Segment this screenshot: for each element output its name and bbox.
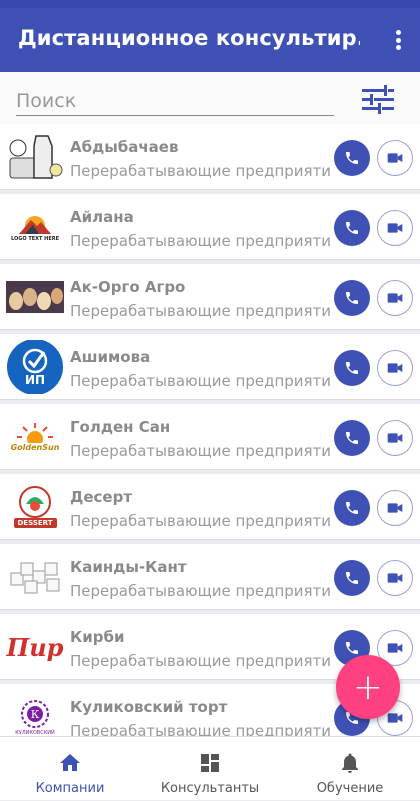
dessert-logo-icon: DESSERT	[6, 480, 64, 534]
list-item[interactable]: DESSERT Десерт Перерабатывающие предприя…	[0, 474, 420, 540]
tune-icon[interactable]	[360, 84, 396, 114]
home-icon	[60, 754, 80, 771]
call-button[interactable]	[334, 280, 370, 316]
video-call-button[interactable]	[377, 560, 413, 596]
logo-text: LOGO TEXT HERE	[10, 236, 60, 242]
phone-icon	[346, 362, 358, 374]
phone-icon	[346, 432, 358, 444]
video-call-button[interactable]	[377, 420, 413, 456]
status-bar	[0, 0, 420, 8]
list-item[interactable]: Каинды-Кант Перерабатывающие предприятия	[0, 544, 420, 610]
mountain-logo-icon: LOGO TEXT HERE	[6, 200, 64, 254]
bottom-navigation: Компании Консультанты Обучение	[0, 736, 420, 800]
app-title: Дистанционное консультир...	[18, 26, 360, 50]
company-name: Каинды-Кант	[70, 558, 187, 576]
company-category: Перерабатывающие предприятия	[70, 302, 332, 320]
logo-text: GoldenSun	[10, 442, 60, 452]
company-category: Перерабатывающие предприятия	[70, 372, 332, 390]
sugar-cubes-logo-icon	[6, 550, 64, 604]
add-fab-button[interactable]: +	[336, 655, 400, 719]
search-bar	[0, 72, 420, 124]
phone-icon	[346, 642, 358, 654]
kulikovsky-logo-icon: К КУЛИКОВСКИЙ	[6, 690, 64, 736]
search-input[interactable]	[16, 86, 334, 116]
videocam-icon	[387, 503, 403, 513]
phone-icon	[346, 222, 358, 234]
videocam-icon	[387, 293, 403, 303]
call-button[interactable]	[334, 420, 370, 456]
nav-label: Консультанты	[160, 781, 260, 796]
app-bar: Дистанционное консультир...	[0, 8, 420, 72]
call-button[interactable]	[334, 560, 370, 596]
call-button[interactable]	[334, 490, 370, 526]
phone-icon	[346, 502, 358, 514]
eggs-logo-icon	[6, 270, 64, 324]
video-call-button[interactable]	[377, 350, 413, 386]
nav-item-companies[interactable]: Компании	[0, 737, 140, 801]
company-name: Айлана	[70, 208, 134, 226]
logo-text: ИП	[24, 373, 46, 387]
company-list: Абдыбачаев Перерабатывающие предприятия …	[0, 124, 420, 736]
phone-icon	[346, 292, 358, 304]
logo-text: КУЛИКОВСКИЙ	[15, 729, 55, 736]
checkmark-ip-logo-icon: ИП	[6, 340, 64, 394]
nav-item-training[interactable]: Обучение	[280, 737, 420, 801]
svg-text:К: К	[31, 708, 40, 721]
call-button[interactable]	[334, 210, 370, 246]
list-item[interactable]: Абдыбачаев Перерабатывающие предприятия	[0, 124, 420, 190]
company-category: Перерабатывающие предприятия	[70, 232, 332, 250]
company-category: Перерабатывающие предприятия	[70, 162, 332, 180]
bell-icon	[342, 753, 358, 773]
pir-logo-icon: Пир	[6, 620, 64, 674]
logo-text: DESSERT	[13, 518, 57, 528]
call-button[interactable]	[334, 140, 370, 176]
videocam-icon	[387, 573, 403, 583]
logo-text: Пир	[6, 632, 64, 662]
company-name: Абдыбачаев	[70, 138, 179, 156]
phone-icon	[346, 572, 358, 584]
company-category: Перерабатывающие предприятия	[70, 722, 332, 736]
video-call-button[interactable]	[377, 280, 413, 316]
company-name: Куликовский торт	[70, 698, 228, 716]
more-vert-icon[interactable]	[388, 26, 408, 54]
videocam-icon	[387, 713, 403, 723]
company-category: Перерабатывающие предприятия	[70, 442, 332, 460]
company-name: Ак-Орго Агро	[70, 278, 186, 296]
videocam-icon	[387, 643, 403, 653]
list-item[interactable]: LOGO TEXT HERE Айлана Перерабатывающие п…	[0, 194, 420, 260]
company-category: Перерабатывающие предприятия	[70, 652, 332, 670]
videocam-icon	[387, 153, 403, 163]
nav-label: Обучение	[316, 781, 384, 796]
video-call-button[interactable]	[377, 490, 413, 526]
company-name: Ашимова	[70, 348, 151, 366]
video-call-button[interactable]	[377, 210, 413, 246]
company-category: Перерабатывающие предприятия	[70, 512, 332, 530]
video-call-button[interactable]	[377, 140, 413, 176]
dairy-logo-icon	[6, 130, 64, 184]
videocam-icon	[387, 223, 403, 233]
call-button[interactable]	[334, 350, 370, 386]
nav-item-consultants[interactable]: Консультанты	[140, 737, 280, 801]
company-name: Голден Сан	[70, 418, 171, 436]
company-name: Кирби	[70, 628, 125, 646]
videocam-icon	[387, 433, 403, 443]
sun-logo-icon: GoldenSun	[6, 410, 64, 464]
dashboard-icon	[201, 754, 219, 772]
list-item[interactable]: ИП Ашимова Перерабатывающие предприятия	[0, 334, 420, 400]
nav-label: Компании	[35, 781, 105, 796]
list-item[interactable]: GoldenSun Голден Сан Перерабатывающие пр…	[0, 404, 420, 470]
phone-icon	[346, 152, 358, 164]
company-name: Десерт	[70, 488, 133, 506]
videocam-icon	[387, 363, 403, 373]
list-item[interactable]: Ак-Орго Агро Перерабатывающие предприяти…	[0, 264, 420, 330]
company-category: Перерабатывающие предприятия	[70, 582, 332, 600]
